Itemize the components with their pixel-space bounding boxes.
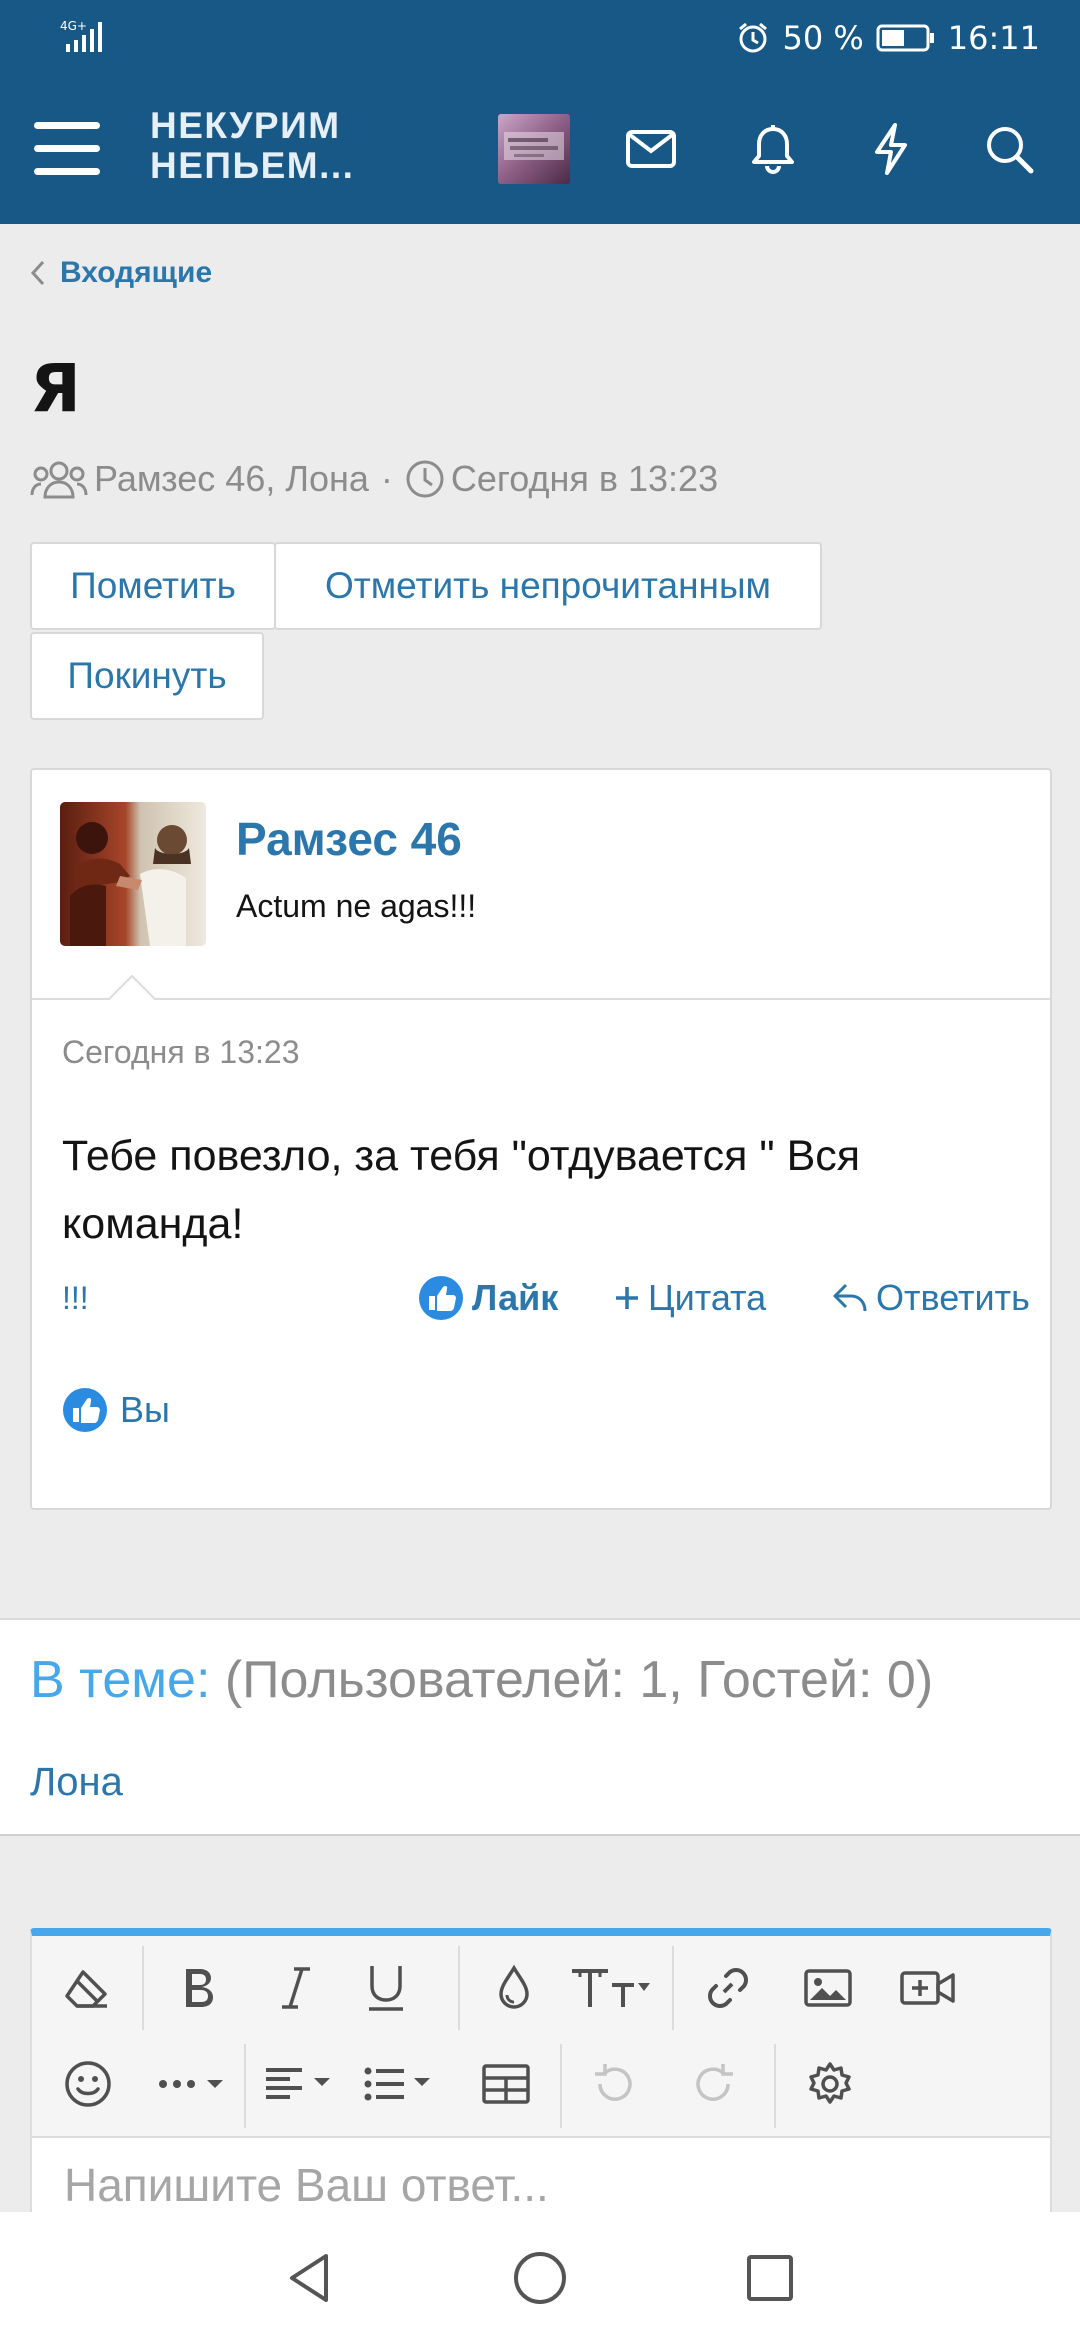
reply-button[interactable]: Ответить [832, 1268, 1030, 1328]
back-icon[interactable] [280, 2248, 340, 2308]
like-button[interactable]: Лайк [418, 1268, 558, 1328]
home-icon[interactable] [510, 2248, 570, 2308]
author-title: Actum ne agas!!! [236, 888, 477, 924]
mail-icon[interactable] [618, 116, 684, 182]
smiley-icon[interactable] [52, 2048, 124, 2120]
plus-icon [614, 1285, 640, 1311]
thumbs-up-icon [418, 1275, 464, 1321]
list-icon[interactable] [358, 2048, 446, 2120]
conversation-date: Сегодня в 13:23 [450, 458, 719, 499]
search-icon[interactable] [976, 116, 1042, 182]
mark-unread-button[interactable]: Отметить непрочитанным [274, 542, 822, 630]
report-label: !!! [62, 1279, 89, 1316]
clock-time: 16:11 [947, 19, 1040, 57]
online-title: В теме: (Пользователей: 1, Гостей: 0) [30, 1650, 933, 1710]
align-icon[interactable] [258, 2048, 346, 2120]
recents-icon[interactable] [740, 2248, 800, 2308]
reply-placeholder: Напишите Ваш ответ... [64, 2159, 549, 2211]
message-date[interactable]: Сегодня в 13:23 [62, 1034, 300, 1071]
reply-label: Ответить [876, 1277, 1030, 1318]
meta-separator: · [380, 458, 393, 499]
toolbar-divider [672, 1946, 674, 2030]
online-label: В теме: [30, 1651, 211, 1709]
bell-icon[interactable] [740, 116, 806, 182]
breadcrumb-label[interactable]: Входящие [60, 256, 212, 290]
menu-icon[interactable] [34, 118, 100, 180]
signal-icon: 4G+ [60, 18, 120, 54]
toolbar-divider [142, 1946, 144, 2030]
top-app-bar: 4G+ 50 % 16:11 НЕКУРИМ НЕПЬЕМ... [0, 0, 1080, 224]
font-size-icon[interactable] [566, 1952, 654, 2024]
reply-icon [832, 1281, 868, 1315]
undo-icon[interactable] [578, 2048, 650, 2120]
conversation-meta: Рамзес 46, Лона · Сегодня в 13:23 [30, 458, 718, 500]
toolbar-divider [244, 2044, 246, 2128]
bold-icon[interactable] [162, 1952, 234, 2024]
underline-icon[interactable] [350, 1952, 422, 2024]
message-header: Рамзес 46 Actum ne agas!!! [32, 770, 1050, 1002]
navigation-bar: НЕКУРИМ НЕПЬЕМ... [0, 76, 1080, 224]
italic-icon[interactable] [260, 1952, 332, 2024]
like-label: Лайк [472, 1277, 559, 1318]
quote-button[interactable]: Цитата [614, 1268, 766, 1328]
mark-button[interactable]: Пометить [30, 542, 276, 630]
message-actions: !!! Лайк Цитата Ответить [62, 1268, 1030, 1328]
link-icon[interactable] [692, 1952, 764, 2024]
participants[interactable]: Рамзес 46, Лона [94, 458, 369, 500]
report-link[interactable]: !!! [62, 1268, 89, 1328]
battery-percent: 50 % [782, 19, 864, 57]
quote-label: Цитата [648, 1277, 767, 1318]
author-avatar[interactable] [60, 802, 206, 946]
online-users-block: В теме: (Пользователей: 1, Гостей: 0) Ло… [0, 1618, 1080, 1836]
lightning-icon[interactable] [858, 116, 924, 182]
message-arrow [107, 974, 157, 1002]
status-bar: 4G+ 50 % 16:11 [0, 0, 1080, 76]
online-user-link[interactable]: Лона [30, 1760, 123, 1805]
eraser-icon[interactable] [52, 1952, 124, 2024]
text-color-icon[interactable] [478, 1952, 550, 2024]
toolbar-divider [560, 2044, 562, 2128]
reply-editor: Напишите Ваш ответ... [30, 1928, 1052, 2226]
breadcrumb[interactable]: Входящие [30, 256, 212, 290]
system-navigation-bar [0, 2212, 1080, 2340]
liked-by: Вы [120, 1389, 170, 1430]
network-type: 4G+ [60, 19, 87, 33]
gear-icon[interactable] [794, 2048, 866, 2120]
table-icon[interactable] [470, 2048, 542, 2120]
author-name[interactable]: Рамзес 46 [236, 812, 462, 866]
clock-icon [405, 459, 445, 499]
leave-button[interactable]: Покинуть [30, 632, 264, 720]
toolbar-divider [458, 1946, 460, 2030]
battery-icon [876, 23, 936, 53]
message-card: Рамзес 46 Actum ne agas!!! Сегодня в 13:… [30, 768, 1052, 1510]
likes-summary[interactable]: Вы [62, 1380, 170, 1440]
video-icon[interactable] [892, 1952, 964, 2024]
chevron-left-icon [30, 259, 46, 287]
more-options-icon[interactable] [150, 2048, 240, 2120]
thumbs-up-icon [62, 1387, 108, 1433]
users-icon [30, 459, 88, 499]
site-logo[interactable]: НЕКУРИМ НЕПЬЕМ... [150, 106, 370, 186]
online-counts: (Пользователей: 1, Гостей: 0) [224, 1651, 934, 1709]
user-avatar[interactable] [498, 114, 570, 184]
redo-icon[interactable] [678, 2048, 750, 2120]
page-title: Я [30, 350, 81, 427]
image-icon[interactable] [792, 1952, 864, 2024]
alarm-icon [736, 21, 770, 55]
toolbar-divider [774, 2044, 776, 2128]
message-body: Тебе повезло, за тебя "отдувается " Вся … [62, 1132, 861, 1248]
